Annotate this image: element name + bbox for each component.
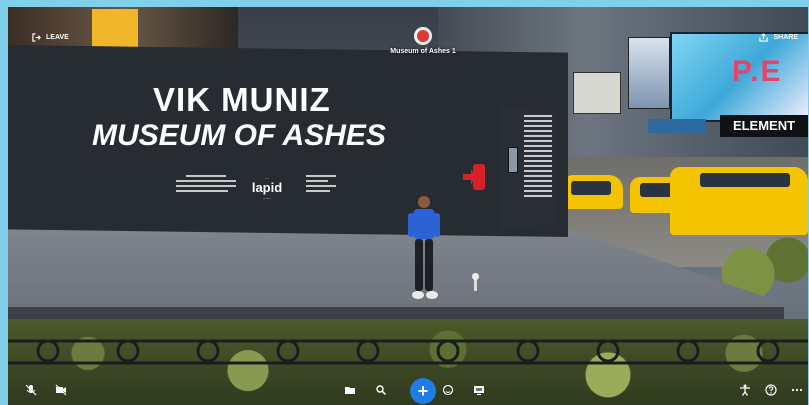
emoji-icon [442, 384, 454, 396]
side-panel-thumbnail [508, 147, 518, 173]
share-label: SHARE [773, 34, 798, 41]
files-button[interactable] [341, 381, 359, 399]
leave-button[interactable]: LEAVE [32, 33, 69, 42]
camera-off-icon [55, 384, 67, 396]
store-sign-element: ELEMENT [720, 115, 808, 137]
add-button[interactable]: + [410, 378, 436, 404]
door-icon[interactable] [463, 162, 489, 192]
background-portrait-billboard [628, 37, 670, 109]
share-icon [759, 33, 769, 42]
store-sign-blue [648, 119, 706, 133]
screen-share-icon [474, 386, 484, 395]
room-indicator[interactable]: Museum of Ashes 1 [380, 27, 466, 55]
background-sign-small [573, 72, 621, 114]
microphone-toggle[interactable] [22, 381, 40, 399]
help-icon [765, 384, 777, 396]
avatar-button[interactable] [736, 381, 754, 399]
user-avatar[interactable] [404, 193, 444, 305]
help-button[interactable] [762, 381, 780, 399]
billboard-text: P.E [732, 55, 783, 88]
emoji-button[interactable] [439, 381, 457, 399]
room-name: Museum of Ashes 1 [390, 48, 456, 55]
share-button[interactable]: SHARE [759, 33, 798, 42]
add-icon: + [417, 381, 429, 401]
background-sign [92, 9, 138, 49]
credit-text-left [176, 175, 236, 197]
3d-viewport[interactable]: P.E ELEMENT VIK MUNIZ MUSEUM OF ASHES — … [8, 7, 808, 405]
exhibit-subtitle: MUSEUM OF ASHES [92, 119, 386, 152]
more-icon [791, 388, 803, 392]
taxi [563, 175, 623, 209]
search-icon [376, 385, 387, 396]
folder-icon [345, 387, 355, 394]
sponsor-logo: — lapid —— [251, 175, 283, 200]
screen-share-button[interactable] [470, 381, 488, 399]
camera-toggle[interactable] [52, 381, 70, 399]
taxi [670, 167, 808, 235]
exhibit-title: VIK MUNIZ [153, 81, 331, 118]
fence [8, 339, 808, 365]
side-panel-text-lines [524, 115, 552, 200]
exit-icon [32, 33, 41, 42]
microphone-off-icon [25, 384, 37, 396]
leave-label: LEAVE [46, 34, 69, 41]
avatar-icon [740, 384, 750, 396]
cursor-marker [472, 273, 479, 291]
room-badge-icon [414, 27, 432, 45]
search-button[interactable] [372, 381, 390, 399]
credit-text-right [306, 175, 336, 199]
more-button[interactable] [788, 381, 806, 399]
